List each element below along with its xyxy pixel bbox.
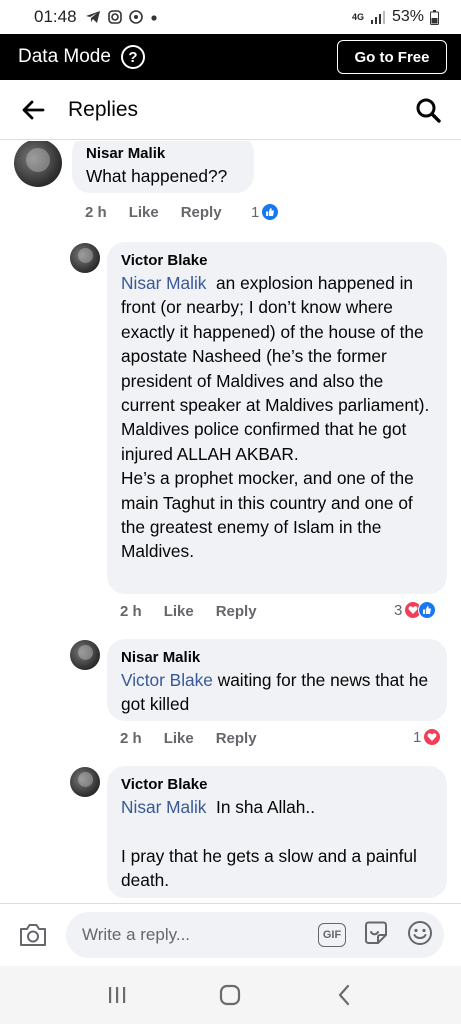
data-mode-bar: Data Mode ? Go to Free bbox=[0, 34, 461, 80]
comment-actions: 2 h Like Reply bbox=[120, 603, 279, 620]
help-symbol: ? bbox=[128, 48, 138, 66]
instagram-icon bbox=[107, 10, 122, 24]
avatar[interactable] bbox=[70, 243, 100, 273]
comment-bubble[interactable]: Nisar Malik Victor Blake waiting for the… bbox=[107, 639, 447, 721]
emoji-icon[interactable] bbox=[406, 919, 434, 952]
reply-button[interactable]: Reply bbox=[181, 204, 222, 221]
network-type: 4G bbox=[351, 12, 364, 22]
recents-icon[interactable] bbox=[97, 975, 137, 1015]
reaction-summary[interactable]: 1 bbox=[251, 203, 280, 221]
reply-input[interactable]: Write a reply... GIF bbox=[66, 912, 444, 958]
mention-link[interactable]: Victor Blake bbox=[121, 670, 213, 690]
comment-author[interactable]: Nisar Malik bbox=[121, 648, 435, 668]
reply-button[interactable]: Reply bbox=[216, 603, 257, 620]
signal-icon bbox=[370, 11, 385, 24]
reaction-summary[interactable]: 3 bbox=[394, 601, 437, 619]
comment-bubble[interactable]: Nisar Malik What happened?? bbox=[72, 141, 254, 193]
status-time: 01:48 bbox=[34, 7, 77, 26]
mention-link[interactable]: Nisar Malik bbox=[121, 273, 206, 293]
like-button[interactable]: Like bbox=[129, 204, 159, 221]
status-notification-icons bbox=[85, 10, 158, 24]
reply-input-icons: GIF bbox=[318, 919, 434, 952]
reply-composer: Write a reply... GIF bbox=[0, 903, 461, 966]
comment-actions: 2 h Like Reply bbox=[120, 730, 279, 747]
status-bar: 01:48 4G 53% bbox=[0, 0, 461, 34]
battery-icon bbox=[430, 9, 439, 25]
like-reaction-icon bbox=[418, 601, 437, 619]
go-to-free-button[interactable]: Go to Free bbox=[337, 40, 447, 74]
replies-header: Replies bbox=[0, 80, 461, 140]
love-reaction-icon bbox=[423, 728, 442, 746]
gif-icon[interactable]: GIF bbox=[318, 923, 346, 947]
status-right: 4G 53% bbox=[352, 8, 439, 26]
system-nav-bar bbox=[0, 966, 461, 1024]
reaction-count: 1 bbox=[413, 728, 422, 746]
comment-time: 2 h bbox=[120, 730, 142, 747]
comment-bubble[interactable]: Victor Blake Nisar Malik an explosion ha… bbox=[107, 242, 447, 594]
comment-body: an explosion happened in front (or nearb… bbox=[121, 273, 430, 562]
reaction-count: 1 bbox=[251, 203, 260, 221]
avatar[interactable] bbox=[70, 640, 100, 670]
comment-item: Nisar Malik Victor Blake waiting for the… bbox=[0, 636, 461, 756]
comment-item: Nisar Malik What happened?? 2 h Like Rep… bbox=[0, 141, 461, 231]
search-icon[interactable] bbox=[413, 95, 443, 125]
like-button[interactable]: Like bbox=[164, 603, 194, 620]
reaction-summary[interactable]: 1 bbox=[413, 728, 442, 746]
like-button[interactable]: Like bbox=[164, 730, 194, 747]
telegram-icon bbox=[85, 11, 100, 23]
comment-time: 2 h bbox=[120, 603, 142, 620]
avatar[interactable] bbox=[14, 141, 62, 187]
mention-link[interactable]: Nisar Malik bbox=[121, 797, 206, 817]
comment-author[interactable]: Nisar Malik bbox=[86, 144, 242, 164]
page-title: Replies bbox=[68, 97, 139, 121]
like-reaction-icon bbox=[261, 203, 280, 221]
camera-icon[interactable] bbox=[16, 918, 50, 952]
home-icon[interactable] bbox=[210, 975, 250, 1015]
reply-button[interactable]: Reply bbox=[216, 730, 257, 747]
avatar[interactable] bbox=[70, 767, 100, 797]
comment-author[interactable]: Victor Blake bbox=[121, 251, 435, 271]
nav-back-icon[interactable] bbox=[324, 975, 364, 1015]
comment-text: What happened?? bbox=[86, 166, 228, 186]
battery-percent: 53% bbox=[391, 8, 424, 25]
comment-actions: 2 h Like Reply bbox=[85, 204, 244, 221]
data-mode-label-group: Data Mode ? bbox=[18, 45, 145, 69]
comment-item: Victor Blake Nisar Malik an explosion ha… bbox=[0, 239, 461, 629]
comment-time: 2 h bbox=[85, 204, 107, 221]
reply-placeholder: Write a reply... bbox=[82, 925, 191, 944]
dot-icon bbox=[150, 15, 157, 21]
help-icon[interactable]: ? bbox=[120, 45, 145, 69]
comment-text: Nisar Malik In sha Allah.. I pray that h… bbox=[121, 795, 435, 893]
comment-author[interactable]: Victor Blake bbox=[121, 775, 435, 795]
data-mode-label: Data Mode bbox=[18, 46, 111, 67]
comment-text: Victor Blake waiting for the news that h… bbox=[121, 668, 435, 717]
status-left: 01:48 bbox=[34, 7, 158, 27]
comment-item: Victor Blake Nisar Malik In sha Allah.. … bbox=[0, 763, 461, 903]
back-arrow-icon[interactable] bbox=[20, 97, 46, 123]
sticker-icon[interactable] bbox=[362, 919, 390, 952]
comments-thread[interactable]: Nisar Malik What happened?? 2 h Like Rep… bbox=[0, 141, 461, 903]
comment-text: Nisar Malik an explosion happened in fro… bbox=[121, 271, 435, 564]
comment-bubble[interactable]: Victor Blake Nisar Malik In sha Allah.. … bbox=[107, 766, 447, 898]
football-icon bbox=[128, 10, 143, 24]
reaction-count: 3 bbox=[394, 601, 403, 619]
